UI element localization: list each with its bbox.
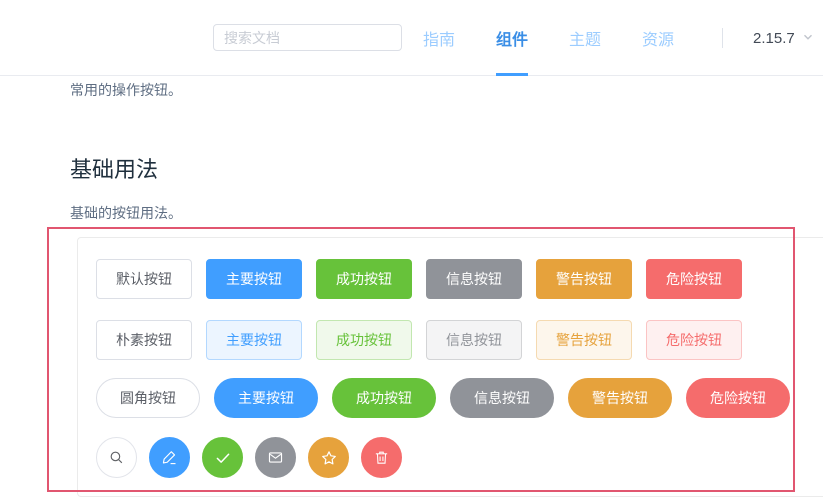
warning-button[interactable]: 警告按钮 bbox=[536, 259, 632, 299]
star-icon bbox=[320, 449, 338, 467]
button-demo-block: 默认按钮 主要按钮 成功按钮 信息按钮 警告按钮 危险按钮 朴素按钮 主要按钮 … bbox=[77, 237, 823, 497]
nav-label: 指南 bbox=[423, 32, 456, 49]
edit-icon bbox=[161, 449, 178, 466]
nav-item-guide[interactable]: 指南 bbox=[423, 0, 455, 76]
info-button[interactable]: 信息按钮 bbox=[426, 259, 522, 299]
delete-icon-button[interactable] bbox=[361, 437, 402, 478]
version-dropdown[interactable]: 2.15.7 bbox=[753, 0, 814, 76]
round-warning-button[interactable]: 警告按钮 bbox=[568, 378, 672, 418]
round-primary-button[interactable]: 主要按钮 bbox=[214, 378, 318, 418]
edit-icon-button[interactable] bbox=[149, 437, 190, 478]
plain-danger-button[interactable]: 危险按钮 bbox=[646, 320, 742, 360]
delete-icon bbox=[373, 449, 390, 466]
message-icon-button[interactable] bbox=[255, 437, 296, 478]
check-icon bbox=[214, 449, 232, 467]
plain-primary-button[interactable]: 主要按钮 bbox=[206, 320, 302, 360]
message-icon bbox=[267, 449, 284, 466]
default-buttons-row: 默认按钮 主要按钮 成功按钮 信息按钮 警告按钮 危险按钮 bbox=[96, 259, 742, 299]
nav-item-resources[interactable]: 资源 bbox=[642, 0, 674, 76]
nav-label: 主题 bbox=[569, 32, 602, 49]
star-icon-button[interactable] bbox=[308, 437, 349, 478]
primary-button[interactable]: 主要按钮 bbox=[206, 259, 302, 299]
search-input[interactable] bbox=[213, 24, 402, 51]
check-icon-button[interactable] bbox=[202, 437, 243, 478]
round-info-button[interactable]: 信息按钮 bbox=[450, 378, 554, 418]
plain-info-button[interactable]: 信息按钮 bbox=[426, 320, 522, 360]
round-success-button[interactable]: 成功按钮 bbox=[332, 378, 436, 418]
section-description: 基础的按钮用法。 bbox=[70, 205, 182, 221]
circle-icon-buttons-row bbox=[96, 437, 402, 478]
nav-label: 组件 bbox=[496, 32, 529, 49]
section-title: 基础用法 bbox=[70, 157, 159, 182]
nav-item-components[interactable]: 组件 bbox=[496, 0, 528, 76]
main-nav: 指南 组件 主题 资源 bbox=[423, 0, 674, 76]
active-tab-underline bbox=[496, 73, 529, 76]
search-icon-button[interactable] bbox=[96, 437, 137, 478]
plain-buttons-row: 朴素按钮 主要按钮 成功按钮 信息按钮 警告按钮 危险按钮 bbox=[96, 320, 742, 360]
plain-default-button[interactable]: 朴素按钮 bbox=[96, 320, 192, 360]
danger-button[interactable]: 危险按钮 bbox=[646, 259, 742, 299]
round-buttons-row: 圆角按钮 主要按钮 成功按钮 信息按钮 警告按钮 危险按钮 bbox=[96, 378, 790, 418]
round-danger-button[interactable]: 危险按钮 bbox=[686, 378, 790, 418]
nav-item-theme[interactable]: 主题 bbox=[569, 0, 601, 76]
search-icon bbox=[108, 449, 125, 466]
plain-success-button[interactable]: 成功按钮 bbox=[316, 320, 412, 360]
plain-warning-button[interactable]: 警告按钮 bbox=[536, 320, 632, 360]
default-button[interactable]: 默认按钮 bbox=[96, 259, 192, 299]
round-default-button[interactable]: 圆角按钮 bbox=[96, 378, 200, 418]
nav-divider bbox=[722, 28, 723, 48]
chevron-down-icon bbox=[802, 30, 814, 47]
success-button[interactable]: 成功按钮 bbox=[316, 259, 412, 299]
nav-label: 资源 bbox=[642, 32, 675, 49]
top-navbar: 指南 组件 主题 资源 2.15.7 bbox=[0, 0, 823, 76]
component-intro: 常用的操作按钮。 bbox=[70, 82, 182, 98]
version-label: 2.15.7 bbox=[753, 29, 795, 47]
